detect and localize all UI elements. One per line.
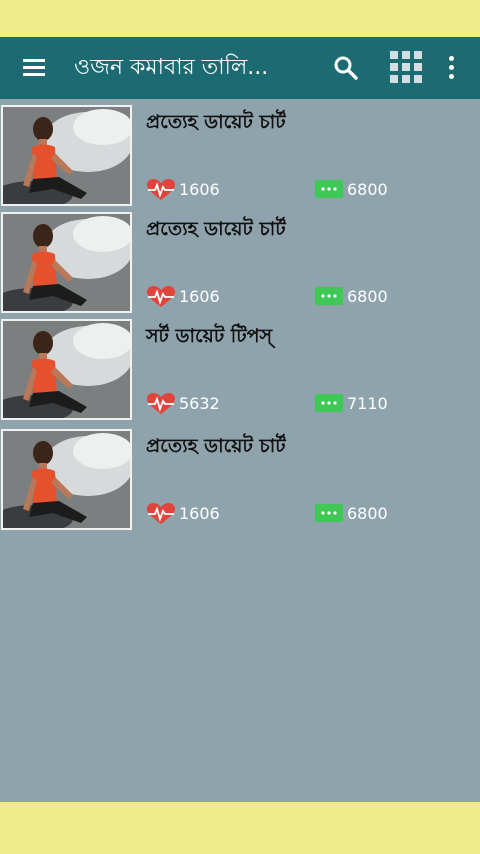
item-title: প্রত্যেহ ডায়েট চার্ট — [146, 435, 286, 457]
thumbnail-image — [1, 212, 132, 313]
comments-count: 6800 — [347, 504, 388, 523]
apps-grid-icon[interactable] — [389, 50, 423, 84]
list-item[interactable]: প্রত্যেহ ডায়েট চার্ট 1606 6800 — [0, 423, 480, 530]
likes-count: 1606 — [179, 287, 220, 306]
likes-count: 1606 — [179, 504, 220, 523]
likes-count: 5632 — [179, 394, 220, 413]
comment-bubble-icon — [315, 180, 343, 198]
more-vert-icon[interactable] — [440, 53, 462, 83]
item-title: সর্ট ডায়েট টিপস্ — [146, 325, 273, 347]
app-title: ওজন কমাবার তালি... — [74, 55, 269, 80]
heart-pulse-icon — [147, 503, 175, 524]
item-title: প্রত্যেহ ডায়েট চার্ট — [146, 218, 286, 240]
comments-count: 7110 — [347, 394, 388, 413]
heart-pulse-icon — [147, 286, 175, 307]
comment-bubble-icon — [315, 287, 343, 305]
list-item[interactable]: প্রত্যেহ ডায়েট চার্ট 1606 6800 — [0, 206, 480, 313]
likes-count: 1606 — [179, 180, 220, 199]
comment-bubble-icon — [315, 504, 343, 522]
hamburger-menu-icon[interactable] — [20, 55, 48, 81]
thumbnail-image — [1, 429, 132, 530]
comments-count: 6800 — [347, 287, 388, 306]
status-bar — [0, 0, 480, 37]
heart-pulse-icon — [147, 179, 175, 200]
heart-pulse-icon — [147, 393, 175, 414]
app-bar: ওজন কমাবার তালি... — [0, 37, 480, 99]
thumbnail-image — [1, 319, 132, 420]
comment-bubble-icon — [315, 394, 343, 412]
thumbnail-image — [1, 105, 132, 206]
item-title: প্রত্যেহ ডায়েট চার্ট — [146, 111, 286, 133]
list-item[interactable]: সর্ট ডায়েট টিপস্ 5632 7110 — [0, 313, 480, 420]
search-icon[interactable] — [332, 54, 360, 82]
list-item[interactable]: প্রত্যেহ ডায়েট চার্ট 1606 6800 — [0, 99, 480, 206]
comments-count: 6800 — [347, 180, 388, 199]
navigation-bar — [0, 802, 480, 854]
